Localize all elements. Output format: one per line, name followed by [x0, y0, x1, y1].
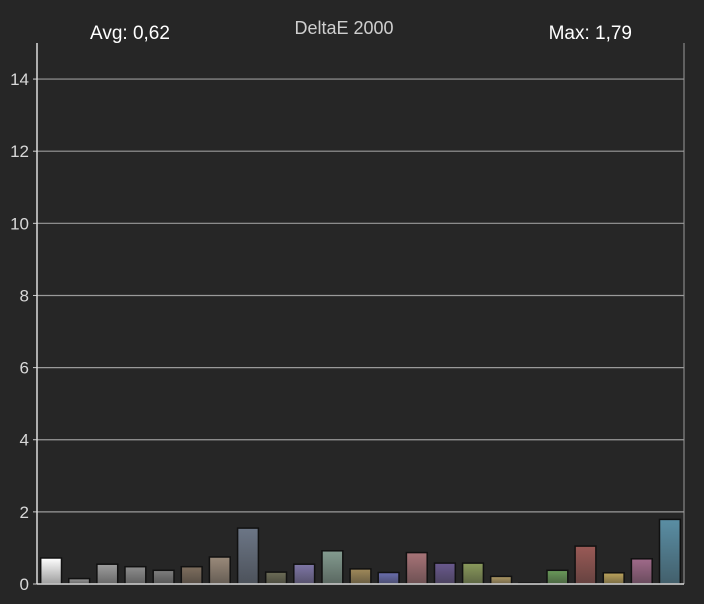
deltae-bar-chart: 0 2 4 6 8 10 12 14 Avg: 0,62 DeltaE 2000 Max: 1…: [10, 18, 685, 594]
bar: [293, 563, 316, 585]
y-tick-label: 10: [10, 214, 29, 233]
grid-lines: [37, 43, 685, 584]
y-axis-ticks: 0 2 4 6 8 10 12 14: [10, 70, 37, 594]
y-tick-label: 8: [20, 286, 29, 305]
y-tick-label: 14: [10, 70, 29, 89]
y-tick-label: 0: [20, 575, 29, 594]
bar: [152, 569, 175, 585]
bar: [602, 572, 625, 585]
chart-root: 0 2 4 6 8 10 12 14 Avg: 0,62 DeltaE 2000 Max: 1…: [0, 0, 704, 604]
bar: [546, 569, 569, 585]
y-tick-label: 12: [10, 142, 29, 161]
bar: [180, 565, 203, 585]
bars: [39, 518, 682, 585]
bar: [489, 575, 513, 585]
chart-title: DeltaE 2000: [294, 18, 393, 38]
bar: [124, 565, 147, 585]
bar: [39, 557, 63, 585]
bar: [349, 568, 372, 585]
y-tick-label: 4: [20, 431, 29, 450]
bar: [96, 563, 119, 585]
bar: [433, 562, 457, 585]
bar: [574, 545, 597, 585]
avg-label: Avg: 0,62: [90, 23, 170, 44]
bar: [68, 577, 91, 585]
bar: [630, 558, 653, 585]
y-tick-label: 2: [20, 503, 29, 522]
bar: [208, 556, 231, 585]
bar: [377, 571, 400, 585]
max-label: Max: 1,79: [549, 23, 632, 44]
bar: [264, 571, 288, 585]
y-tick-label: 6: [20, 359, 29, 378]
bar: [321, 550, 344, 585]
bar: [236, 527, 260, 585]
bar: [658, 518, 682, 585]
bar: [405, 551, 428, 585]
bar: [461, 562, 485, 585]
